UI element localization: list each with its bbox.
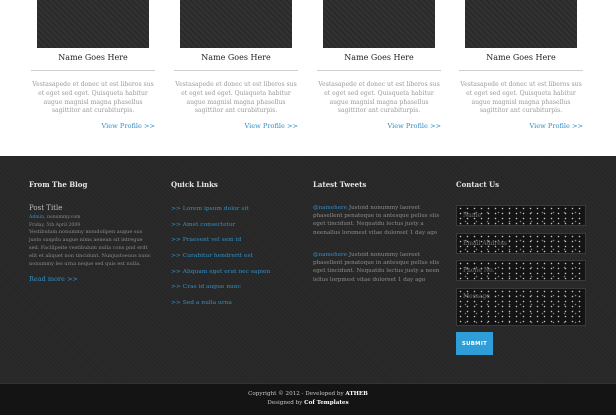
view-profile-link[interactable]: View Profile >> xyxy=(101,122,155,130)
member-name: Name Goes Here xyxy=(58,53,128,62)
quick-links-heading: Quick Links xyxy=(171,180,218,189)
member-divider xyxy=(31,70,155,71)
quick-link[interactable]: >> Sed a nulla urna xyxy=(171,300,270,316)
member-divider xyxy=(317,70,441,71)
phone-field[interactable] xyxy=(456,260,586,281)
member-divider xyxy=(174,70,298,71)
blog-heading: From The Blog xyxy=(29,180,88,189)
tweet-time: 1 day ago xyxy=(397,276,426,283)
post-title: Post Title xyxy=(29,204,63,212)
member-photo xyxy=(180,0,292,48)
quick-link[interactable]: >> Aliquam eget erat nec sapien xyxy=(171,269,270,285)
email-field[interactable] xyxy=(456,233,586,254)
tweets-heading: Latest Tweets xyxy=(313,180,367,189)
submit-button[interactable]: SUBMIT xyxy=(456,332,493,355)
view-profile-link[interactable]: View Profile >> xyxy=(387,122,441,130)
quick-link[interactable]: >> Curabitur hendrerit est xyxy=(171,253,270,269)
post-meta-text: , nonummy.com xyxy=(44,215,81,220)
tweet-handle-link[interactable]: @namehere xyxy=(313,205,347,211)
member-photo xyxy=(465,0,577,48)
team-section: Name Goes Here Vestasapede et donec ut e… xyxy=(0,0,616,156)
member-photo xyxy=(323,0,435,48)
member-photo xyxy=(37,0,149,48)
member-description: Vestasapede et donec ut est liberos sus … xyxy=(32,81,154,115)
tweet-handle-link[interactable]: @namehere xyxy=(313,252,347,258)
tweet-time: 1 day ago xyxy=(409,229,438,236)
member-divider xyxy=(459,70,583,71)
view-profile-link[interactable]: View Profile >> xyxy=(244,122,298,130)
message-field[interactable] xyxy=(456,288,586,326)
post-author-link[interactable]: Admin xyxy=(29,215,44,220)
member-description: Vestasapede et donec ut est liberos sus … xyxy=(460,81,582,115)
copyright-text: Copyright © 2012 - Developed by ATHEB xyxy=(0,391,616,397)
contact-heading: Contact Us xyxy=(456,180,500,189)
quick-link[interactable]: >> Lorem ipsum dolor sit xyxy=(171,206,270,222)
copyright-prefix: Copyright © 2012 - Developed by xyxy=(248,391,346,397)
developer-link[interactable]: ATHEB xyxy=(345,391,367,397)
designer-prefix: Designed by xyxy=(267,400,305,406)
quick-links-list: >> Lorem ipsum dolor sit >> Amet consect… xyxy=(171,206,270,316)
read-more-link[interactable]: Read more >> xyxy=(29,275,78,283)
post-meta: Admin, nonummy.com Friday, 5th April 200… xyxy=(29,214,154,229)
designer-link[interactable]: Cof Templates xyxy=(304,400,349,406)
quick-link[interactable]: >> Cras id augue nunc xyxy=(171,284,270,300)
member-description: Vestasapede et donec ut est liberos sus … xyxy=(318,81,440,115)
post-date: Friday, 5th April 2009 xyxy=(29,222,81,228)
post-excerpt: Vestibulum nonummy mondolipen augue sus … xyxy=(29,229,151,268)
tweet: @namehere Justoid nonummy laoreet phasel… xyxy=(313,204,441,237)
name-field[interactable] xyxy=(456,205,586,226)
view-profile-link[interactable]: View Profile >> xyxy=(529,122,583,130)
tweet: @namehere Justoid nonummy laoreet phasel… xyxy=(313,251,441,284)
member-name: Name Goes Here xyxy=(201,53,271,62)
copyright-bar: Copyright © 2012 - Developed by ATHEB De… xyxy=(0,383,616,415)
quick-link[interactable]: >> Amet consectetur xyxy=(171,222,270,238)
member-description: Vestasapede et donec ut est liberos sus … xyxy=(175,81,297,115)
member-name: Name Goes Here xyxy=(344,53,414,62)
footer: From The Blog Post Title Admin, nonummy.… xyxy=(0,156,616,383)
quick-link[interactable]: >> Praesent vel sem id xyxy=(171,237,270,253)
designer-credit: Designed by Cof Templates xyxy=(0,400,616,406)
member-name: Name Goes Here xyxy=(486,53,556,62)
